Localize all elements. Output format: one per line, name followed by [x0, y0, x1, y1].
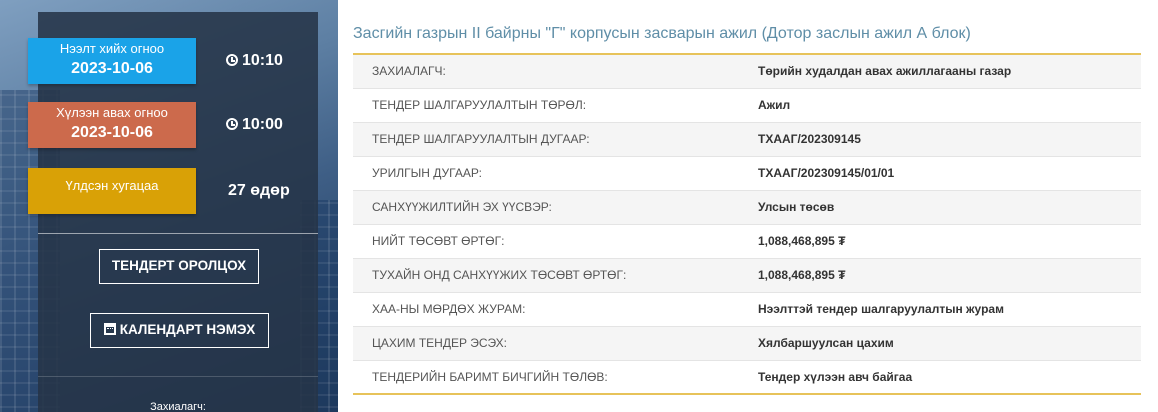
- receive-date-value: 2023-10-06: [71, 124, 153, 141]
- table-row: ЦАХИМ ТЕНДЕР ЭСЭХ: Хялбаршуулсан цахим: [353, 326, 1141, 361]
- receive-date-label: Хүлээн авах огноо: [56, 105, 168, 120]
- row-key: ТЕНДЕР ШАЛГАРУУЛАЛТЫН ТӨРӨЛ:: [353, 88, 737, 123]
- remaining-value: 27 өдөр: [228, 182, 290, 199]
- divider: [38, 233, 318, 234]
- table-row: ТЕНДЕР ШАЛГАРУУЛАЛТЫН ТӨРӨЛ: Ажил: [353, 88, 1141, 123]
- row-value: ТХААГ/202309145: [737, 122, 1141, 157]
- open-date-value: 2023-10-06: [71, 60, 153, 77]
- row-key: ЗАХИАЛАГЧ:: [353, 54, 737, 89]
- tender-sidebar: Нээлт хийх огноо 2023-10-06 10:10 Хүлээн…: [28, 12, 318, 412]
- row-value: Улсын төсөв: [737, 190, 1141, 225]
- row-value: 1,088,468,895 ₮: [737, 224, 1141, 259]
- row-key: НИЙТ ТӨСӨВТ ӨРТӨГ:: [353, 224, 737, 259]
- clock-icon: [226, 118, 238, 130]
- customer-card: Захиалагч:: [38, 376, 318, 412]
- row-value: Төрийн худалдан авах ажиллагааны газар: [737, 54, 1141, 89]
- page-title: Засгийн газрын II байрны "Г" корпусын за…: [353, 25, 971, 42]
- open-time-value: 10:10: [242, 52, 283, 69]
- table-row: НИЙТ ТӨСӨВТ ӨРТӨГ: 1,088,468,895 ₮: [353, 224, 1141, 259]
- add-to-calendar-label: КАЛЕНДАРТ НЭМЭХ: [119, 322, 256, 337]
- open-date-label: Нээлт хийх огноо: [59, 41, 165, 56]
- receive-date-row: Хүлээн авах огноо 2023-10-06 10:00: [28, 102, 318, 148]
- row-value: Тендер хүлээн авч байгаа: [737, 360, 1141, 395]
- add-to-calendar-button[interactable]: КАЛЕНДАРТ НЭМЭХ: [90, 313, 269, 348]
- remaining-label: Үлдсэн хугацаа: [65, 178, 159, 193]
- table-row: ТУХАЙН ОНД САНХҮҮЖИХ ТӨСӨВТ ӨРТӨГ: 1,088…: [353, 258, 1141, 293]
- row-key: ЦАХИМ ТЕНДЕР ЭСЭХ:: [353, 326, 737, 361]
- open-date-row: Нээлт хийх огноо 2023-10-06 10:10: [28, 38, 318, 84]
- tender-info-table: ЗАХИАЛАГЧ: Төрийн худалдан авах ажиллага…: [353, 53, 1141, 395]
- table-row: ТЕНДЕРИЙН БАРИМТ БИЧГИЙН ТӨЛӨВ: Тендер х…: [353, 360, 1141, 395]
- table-row: ХАА-НЫ МӨРДӨХ ЖУРАМ: Нээлттэй тендер шал…: [353, 292, 1141, 327]
- row-key: ТЕНДЕРИЙН БАРИМТ БИЧГИЙН ТӨЛӨВ:: [353, 360, 737, 395]
- row-key: ТЕНДЕР ШАЛГАРУУЛАЛТЫН ДУГААР:: [353, 122, 737, 157]
- clock-icon: [226, 54, 238, 66]
- open-time: 10:10: [226, 50, 283, 72]
- calendar-icon: [103, 323, 116, 335]
- row-key: САНХҮҮЖИЛТИЙН ЭХ ҮҮСВЭР:: [353, 190, 737, 225]
- receive-date-box: Хүлээн авах огноо 2023-10-06: [28, 102, 196, 148]
- row-value: 1,088,468,895 ₮: [737, 258, 1141, 293]
- receive-time: 10:00: [226, 114, 283, 136]
- receive-time-value: 10:00: [242, 116, 283, 133]
- remaining-row: Үлдсэн хугацаа 27 өдөр: [28, 168, 318, 214]
- participate-tender-button[interactable]: ТЕНДЕРТ ОРОЛЦОХ: [99, 249, 259, 284]
- row-key: ХАА-НЫ МӨРДӨХ ЖУРАМ:: [353, 292, 737, 327]
- table-row: ТЕНДЕР ШАЛГАРУУЛАЛТЫН ДУГААР: ТХААГ/2023…: [353, 122, 1141, 157]
- row-value: Нээлттэй тендер шалгаруулалтын журам: [737, 292, 1141, 327]
- table-row: УРИЛГЫН ДУГААР: ТХААГ/202309145/01/01: [353, 156, 1141, 191]
- table-row: ЗАХИАЛАГЧ: Төрийн худалдан авах ажиллага…: [353, 54, 1141, 89]
- remaining-box: Үлдсэн хугацаа: [28, 168, 196, 214]
- row-key: УРИЛГЫН ДУГААР:: [353, 156, 737, 191]
- row-key: ТУХАЙН ОНД САНХҮҮЖИХ ТӨСӨВТ ӨРТӨГ:: [353, 258, 737, 293]
- row-value: Хялбаршуулсан цахим: [737, 326, 1141, 361]
- customer-caption: Захиалагч:: [150, 401, 206, 412]
- row-value: ТХААГ/202309145/01/01: [737, 156, 1141, 191]
- table-row: САНХҮҮЖИЛТИЙН ЭХ ҮҮСВЭР: Улсын төсөв: [353, 190, 1141, 225]
- row-value: Ажил: [737, 88, 1141, 123]
- open-date-box: Нээлт хийх огноо 2023-10-06: [28, 38, 196, 84]
